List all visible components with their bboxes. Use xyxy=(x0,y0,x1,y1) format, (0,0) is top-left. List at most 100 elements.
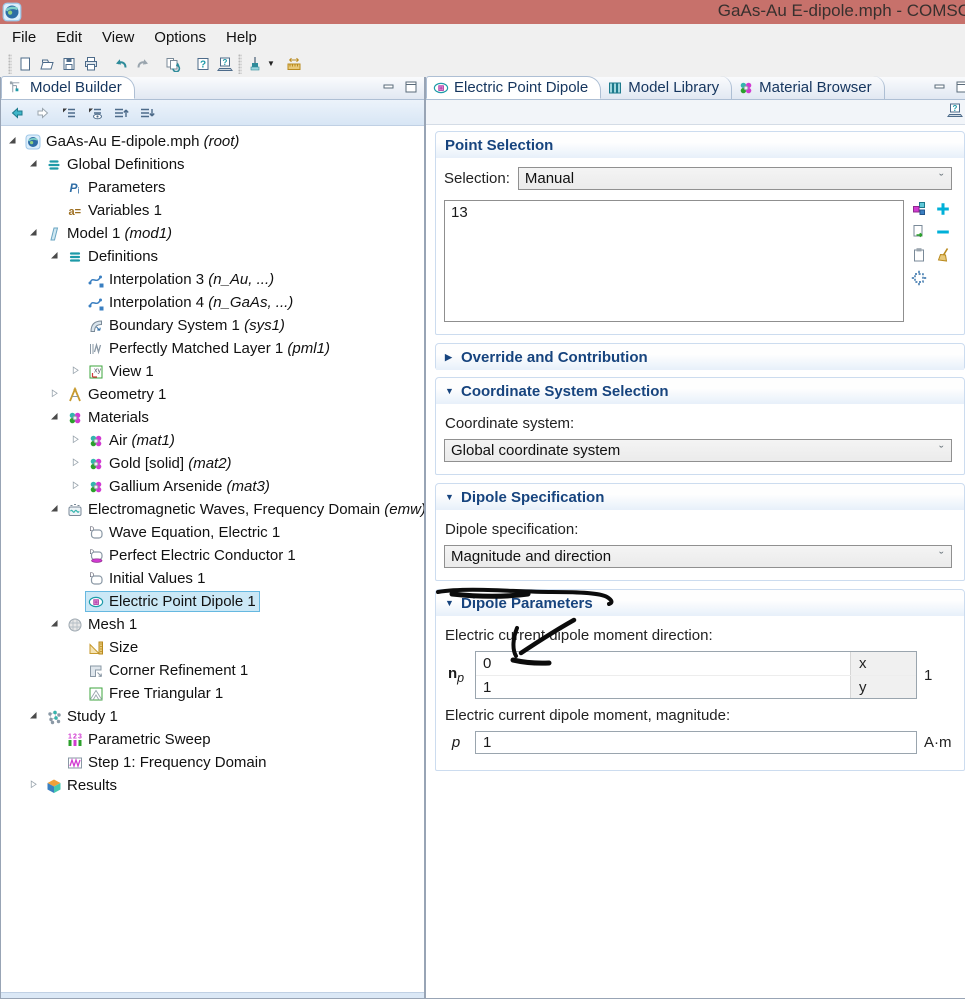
redo-button[interactable] xyxy=(132,53,154,75)
print-button[interactable] xyxy=(80,53,102,75)
tree-item[interactable]: Global Definitions xyxy=(1,153,424,176)
expander-closed-icon[interactable] xyxy=(70,457,83,470)
back-button[interactable] xyxy=(7,103,27,123)
tree-item[interactable]: 123Parametric Sweep xyxy=(1,728,424,751)
expander-closed-icon[interactable] xyxy=(70,434,83,447)
help-laptop-button[interactable]: ? xyxy=(214,53,236,75)
move-down-button[interactable] xyxy=(137,103,157,123)
section-header[interactable]: ▼ Dipole Specification xyxy=(436,484,964,510)
tree-item[interactable]: Mesh 1 xyxy=(1,613,424,636)
tree-item[interactable]: Step 1: Frequency Domain xyxy=(1,751,424,774)
tree-item[interactable]: Geometry 1 xyxy=(1,383,424,406)
expander-open-icon[interactable] xyxy=(49,411,62,424)
dipole-specification-dropdown[interactable]: Magnitude and direction ˇ xyxy=(444,545,952,568)
move-up-button[interactable] xyxy=(111,103,131,123)
update-solution-button[interactable] xyxy=(162,53,184,75)
menu-item-file[interactable]: File xyxy=(2,26,46,49)
expander-open-icon[interactable] xyxy=(28,710,41,723)
remove-from-selection-button[interactable] xyxy=(935,223,952,240)
paste-selection-button[interactable] xyxy=(911,246,928,263)
tree-item[interactable]: Electromagnetic Waves, Frequency Domain … xyxy=(1,498,424,521)
expander-open-icon[interactable] xyxy=(49,618,62,631)
tree-item[interactable]: Boundary System 1 (sys1) xyxy=(1,314,424,337)
expander-closed-icon[interactable] xyxy=(28,779,41,792)
expander-open-icon[interactable] xyxy=(28,227,41,240)
tree-item[interactable]: GaAs-Au E-dipole.mph (root) xyxy=(1,130,424,153)
tree-item[interactable]: Corner Refinement 1 xyxy=(1,659,424,682)
menu-item-edit[interactable]: Edit xyxy=(46,26,92,49)
undo-button[interactable] xyxy=(110,53,132,75)
toolbar-grip[interactable] xyxy=(8,54,12,74)
direction-value-cell[interactable]: 0 xyxy=(476,652,850,675)
tree-item[interactable]: Free Triangular 1 xyxy=(1,682,424,705)
dipole-specification-label: Dipole specification: xyxy=(445,521,952,538)
section-header[interactable]: ▼ Coordinate System Selection xyxy=(436,378,964,404)
maximize-panel-icon[interactable] xyxy=(404,81,418,93)
tab-electric-point-dipole[interactable]: Electric Point Dipole xyxy=(426,76,601,99)
tree-item[interactable]: Interpolation 3 (n_Au, ...) xyxy=(1,268,424,291)
section-header[interactable]: ▼ Dipole Parameters xyxy=(436,590,964,616)
tree-item[interactable]: Materials xyxy=(1,406,424,429)
selection-list[interactable]: 13 xyxy=(444,200,904,322)
measure-button[interactable] xyxy=(283,53,305,75)
menu-item-help[interactable]: Help xyxy=(216,26,267,49)
dropdown-arrow-icon[interactable]: ▼ xyxy=(267,59,275,68)
tree-item[interactable]: Model 1 (mod1) xyxy=(1,222,424,245)
minimize-panel-icon[interactable] xyxy=(382,81,396,93)
show-button[interactable] xyxy=(85,103,105,123)
save-file-button[interactable] xyxy=(58,53,80,75)
tree-item[interactable]: DInitial Values 1 xyxy=(1,567,424,590)
direction-value-cell[interactable]: 1 xyxy=(476,676,850,698)
tree-item[interactable]: DWave Equation, Electric 1 xyxy=(1,521,424,544)
selection-list-item[interactable]: 13 xyxy=(451,204,897,221)
new-file-button[interactable] xyxy=(14,53,36,75)
tree-item[interactable]: Interpolation 4 (n_GaAs, ...) xyxy=(1,291,424,314)
menu-item-view[interactable]: View xyxy=(92,26,144,49)
minimize-panel-icon[interactable] xyxy=(933,81,947,93)
expander-open-icon[interactable] xyxy=(49,250,62,263)
zoom-to-selection-button[interactable] xyxy=(911,269,928,286)
tree-item[interactable]: Gold [solid] (mat2) xyxy=(1,452,424,475)
section-header[interactable]: Point Selection xyxy=(436,132,964,158)
tree-item[interactable]: Gallium Arsenide (mat3) xyxy=(1,475,424,498)
tree-item[interactable]: Perfectly Matched Layer 1 (pml1) xyxy=(1,337,424,360)
expander-spacer xyxy=(70,572,83,585)
expander-open-icon[interactable] xyxy=(7,135,20,148)
tab-material-browser[interactable]: Material Browser xyxy=(732,76,885,99)
tab-model-library[interactable]: Model Library xyxy=(601,76,732,99)
forward-button[interactable] xyxy=(33,103,53,123)
toolbar-grip[interactable] xyxy=(238,54,242,74)
help-icon[interactable]: ? xyxy=(947,102,965,122)
help-button[interactable]: ? xyxy=(192,53,214,75)
clear-selection-button[interactable] xyxy=(935,246,952,263)
maximize-panel-icon[interactable] xyxy=(955,81,965,93)
tree-item[interactable]: Definitions xyxy=(1,245,424,268)
expander-open-icon[interactable] xyxy=(28,158,41,171)
tree-item[interactable]: Size xyxy=(1,636,424,659)
tree-item[interactable]: DPerfect Electric Conductor 1 xyxy=(1,544,424,567)
tree-item[interactable]: Results xyxy=(1,774,424,797)
tree-item[interactable]: Study 1 xyxy=(1,705,424,728)
open-file-button[interactable] xyxy=(36,53,58,75)
expander-closed-icon[interactable] xyxy=(70,365,83,378)
create-selection-button[interactable] xyxy=(911,200,928,217)
tree-item[interactable]: Electric Point Dipole 1 xyxy=(1,590,424,613)
section-header[interactable]: ▶ Override and Contribution xyxy=(436,344,964,370)
expander-closed-icon[interactable] xyxy=(49,388,62,401)
tree-item[interactable]: PiParameters xyxy=(1,176,424,199)
coordinate-system-dropdown[interactable]: Global coordinate system ˇ xyxy=(444,439,952,462)
material-sweep-brush-button[interactable] xyxy=(244,53,266,75)
selection-dropdown[interactable]: Manual ˇ xyxy=(518,167,952,190)
copy-selection-button[interactable] xyxy=(911,223,928,240)
magnitude-input[interactable]: 1 xyxy=(475,731,917,754)
direction-table[interactable]: 0x1y xyxy=(475,651,917,699)
tab-model-builder[interactable]: Model Builder xyxy=(1,76,135,99)
tree-item[interactable]: xyView 1 xyxy=(1,360,424,383)
menu-item-options[interactable]: Options xyxy=(144,26,216,49)
collapse-all-button[interactable] xyxy=(59,103,79,123)
add-to-selection-button[interactable] xyxy=(935,200,952,217)
expander-open-icon[interactable] xyxy=(49,503,62,516)
expander-closed-icon[interactable] xyxy=(70,480,83,493)
tree-item[interactable]: Air (mat1) xyxy=(1,429,424,452)
tree-item[interactable]: a=Variables 1 xyxy=(1,199,424,222)
